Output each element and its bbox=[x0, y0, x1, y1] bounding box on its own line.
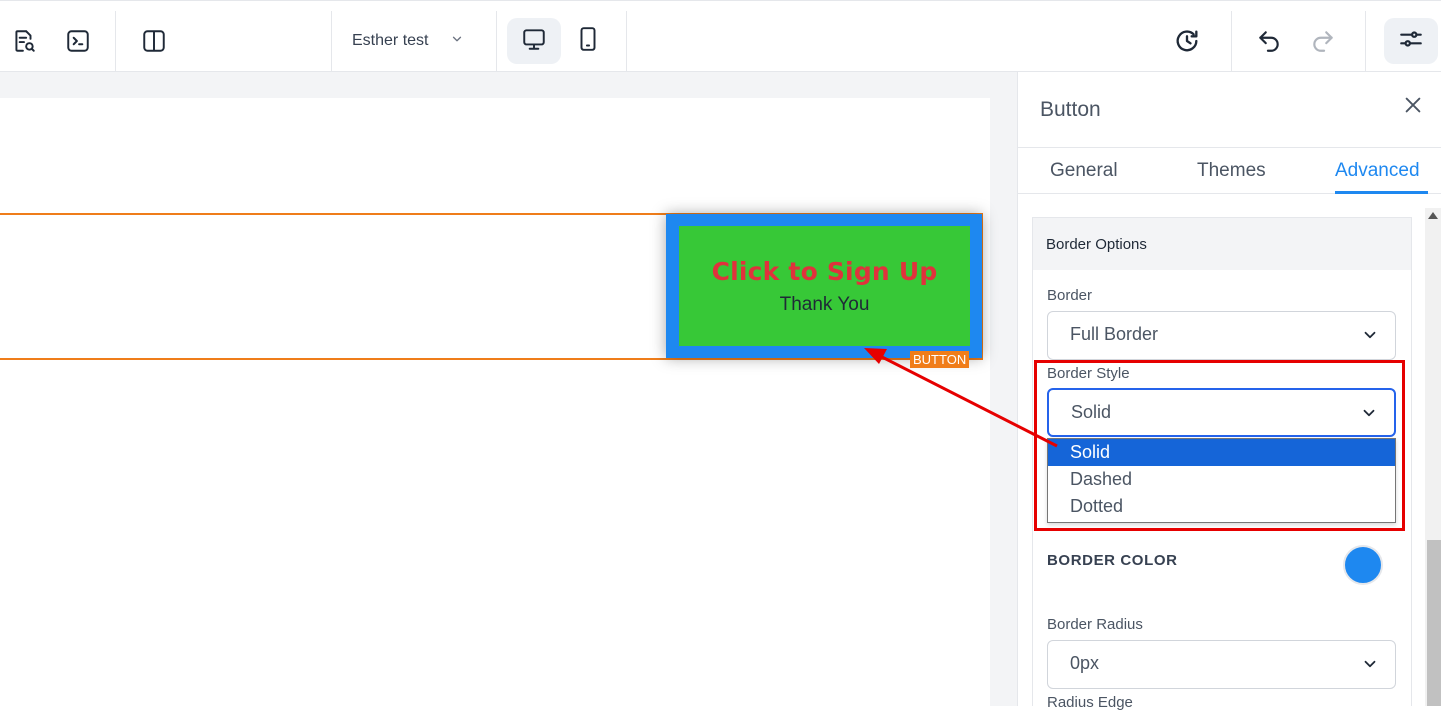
chevron-down-icon bbox=[1361, 655, 1379, 673]
page-name: Esther test bbox=[352, 32, 429, 49]
page-selector[interactable]: Esther test bbox=[352, 21, 464, 61]
button-main-text: Click to Sign Up bbox=[711, 256, 938, 286]
border-radius-select[interactable]: 0px bbox=[1047, 640, 1396, 689]
redo-icon[interactable] bbox=[1303, 21, 1343, 61]
panel-title: Button bbox=[1040, 98, 1101, 121]
annotation-highlight-box bbox=[1034, 360, 1405, 531]
terminal-icon[interactable] bbox=[58, 21, 98, 61]
close-icon[interactable] bbox=[1402, 94, 1426, 118]
border-label: Border bbox=[1047, 287, 1093, 304]
border-radius-label: Border Radius bbox=[1047, 616, 1143, 633]
toolbar-divider bbox=[115, 11, 116, 73]
border-select[interactable]: Full Border bbox=[1047, 311, 1396, 360]
chevron-down-icon bbox=[450, 32, 464, 51]
toolbar-divider bbox=[626, 11, 627, 73]
border-color-swatch[interactable] bbox=[1343, 545, 1383, 585]
desktop-icon bbox=[521, 26, 547, 57]
element-type-tag: BUTTON bbox=[910, 351, 970, 368]
button-sub-text: Thank You bbox=[779, 293, 870, 315]
history-icon[interactable] bbox=[1167, 21, 1207, 61]
toolbar-divider bbox=[1231, 11, 1232, 73]
toolbar-divider bbox=[331, 11, 332, 73]
active-tab-indicator bbox=[1335, 191, 1428, 194]
tab-general[interactable]: General bbox=[1050, 160, 1118, 182]
editor-canvas bbox=[0, 72, 1017, 706]
border-select-value: Full Border bbox=[1070, 324, 1159, 344]
divider bbox=[1018, 147, 1441, 148]
split-view-icon[interactable] bbox=[134, 21, 174, 61]
chevron-down-icon bbox=[1361, 326, 1379, 344]
toolbar-divider bbox=[496, 11, 497, 73]
toolbar-divider bbox=[1365, 11, 1366, 73]
scroll-up-arrow-icon[interactable] bbox=[1428, 212, 1438, 219]
scrollbar-thumb[interactable] bbox=[1427, 540, 1441, 706]
top-toolbar: Esther test bbox=[0, 0, 1441, 73]
tab-advanced[interactable]: Advanced bbox=[1335, 160, 1420, 182]
canvas-page bbox=[0, 98, 990, 706]
page-search-icon[interactable] bbox=[4, 21, 44, 61]
radius-edge-label: Radius Edge bbox=[1047, 694, 1133, 711]
settings-sliders-icon bbox=[1398, 26, 1424, 57]
tab-themes[interactable]: Themes bbox=[1197, 160, 1266, 182]
group-title[interactable]: Border Options bbox=[1033, 218, 1411, 270]
settings-button[interactable] bbox=[1384, 18, 1438, 64]
undo-icon[interactable] bbox=[1249, 21, 1289, 61]
border-radius-value: 0px bbox=[1070, 653, 1100, 673]
mobile-icon bbox=[575, 26, 601, 57]
mobile-view-button[interactable] bbox=[568, 21, 608, 61]
sign-up-button[interactable]: Click to Sign Up Thank You bbox=[679, 226, 970, 346]
desktop-view-button[interactable] bbox=[507, 18, 561, 64]
border-color-label: BORDER COLOR bbox=[1047, 552, 1178, 569]
